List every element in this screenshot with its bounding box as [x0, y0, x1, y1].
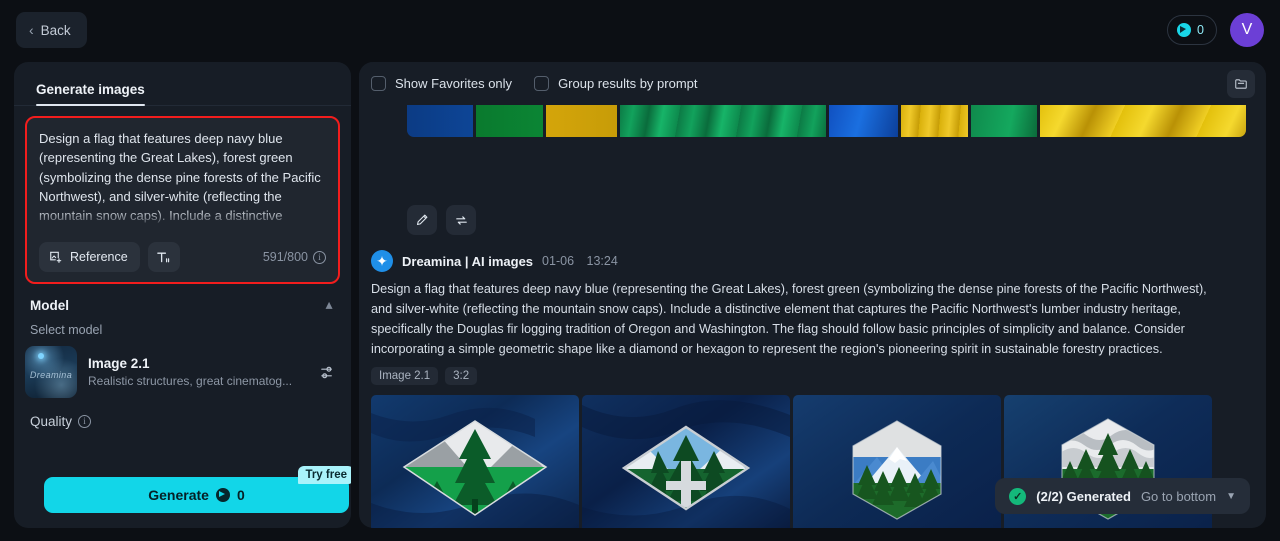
- thumb-strip-segment[interactable]: [476, 103, 543, 137]
- thumb-strip-segment[interactable]: [545, 103, 617, 137]
- generate-panel: Generate images Design a flag that featu…: [14, 62, 351, 528]
- quality-label: Quality: [30, 414, 73, 429]
- regenerate-button[interactable]: [446, 205, 476, 235]
- dreamina-app: ‹ Back 0 V Generate images Design a flag…: [0, 0, 1280, 541]
- reference-button[interactable]: Reference: [39, 242, 140, 272]
- model-settings-button[interactable]: [314, 364, 340, 381]
- try-free-badge: Try free: [298, 466, 351, 484]
- folder-icon: [1235, 78, 1247, 89]
- char-counter: 591/800 i: [263, 250, 326, 264]
- quality-info-icon[interactable]: i: [78, 415, 92, 428]
- model-info: Image 2.1 Realistic structures, great ci…: [88, 356, 303, 388]
- prompt-input[interactable]: Design a flag that features deep navy bl…: [39, 129, 326, 227]
- loop-arrows-icon: [455, 215, 467, 225]
- panel-tabs: Generate images: [14, 62, 351, 106]
- select-model-label: Select model: [30, 323, 103, 337]
- back-button[interactable]: ‹ Back: [16, 12, 87, 48]
- result-tags: Image 2.1 3:2: [371, 367, 1251, 385]
- archive-button[interactable]: [1227, 69, 1255, 98]
- thumb-strip-segment[interactable]: [970, 103, 1037, 137]
- sparkle-icon: ✦: [371, 250, 393, 272]
- filter-favorites-label: Show Favorites only: [395, 76, 513, 91]
- top-bar: ‹ Back 0 V: [0, 0, 1280, 60]
- edit-button[interactable]: [407, 205, 437, 235]
- text-tool-button[interactable]: [147, 242, 180, 272]
- filter-favorites-only[interactable]: Show Favorites only: [371, 76, 512, 91]
- chevron-down-icon[interactable]: ▼: [323, 299, 335, 313]
- model-section-title: Model: [30, 298, 69, 313]
- chevron-left-icon: ‹: [29, 22, 34, 38]
- credits-badge[interactable]: 0: [1167, 15, 1217, 45]
- thumb-strip-segment[interactable]: [1039, 103, 1246, 137]
- result-header: ✦ Dreamina | AI images 01-06 13:24: [371, 250, 1251, 272]
- results-panel: Show Favorites only Group results by pro…: [359, 62, 1266, 528]
- chevron-down-icon[interactable]: ▼: [1226, 491, 1236, 502]
- result-brand: Dreamina | AI images: [402, 253, 534, 269]
- filter-group-by-prompt[interactable]: Group results by prompt: [534, 76, 698, 91]
- tag-model: Image 2.1: [371, 367, 439, 385]
- credit-coin-icon: [1177, 23, 1192, 37]
- generate-credits-value: 0: [236, 487, 245, 503]
- go-to-bottom-button[interactable]: Go to bottom: [1141, 489, 1216, 504]
- generation-status-bar: ✓ (2/2) Generated Go to bottom ▼: [995, 478, 1250, 514]
- back-button-label: Back: [40, 22, 71, 38]
- generation-count-label: (2/2) Generated: [1036, 488, 1131, 504]
- moon-glow-icon: [38, 353, 44, 359]
- result-prompt-text: Design a flag that features deep navy bl…: [371, 282, 1207, 356]
- info-icon[interactable]: i: [313, 250, 326, 264]
- filter-group-label: Group results by prompt: [558, 76, 698, 91]
- flag-diamond-forest: [582, 395, 790, 528]
- pencil-icon: [416, 214, 428, 226]
- generate-coin-icon: [215, 488, 230, 502]
- previous-result-thumbnails[interactable]: [407, 103, 1246, 137]
- reference-button-label: Reference: [70, 250, 128, 264]
- char-counter-value: 591/800: [262, 250, 308, 264]
- sliders-icon: [320, 366, 332, 378]
- results-scroll-area[interactable]: ✦ Dreamina | AI images 01-06 13:24 Desig…: [359, 103, 1266, 528]
- quality-section: Quality i: [14, 398, 351, 429]
- tab-generate-images[interactable]: Generate images: [36, 82, 145, 106]
- result-date: 01-06: [542, 254, 575, 268]
- thumb-strip-segment[interactable]: [901, 103, 968, 137]
- model-thumbnail: Dreamina: [25, 346, 77, 398]
- prompt-toolbar: Reference 591/800 i: [39, 242, 326, 272]
- top-bar-right: 0 V: [1167, 13, 1264, 47]
- generated-image-2[interactable]: [582, 395, 790, 528]
- generate-button-label: Generate: [148, 487, 209, 503]
- check-circle-icon: ✓: [1009, 487, 1027, 505]
- flag-diamond-mountain: [371, 395, 579, 528]
- model-thumbnail-watermark: Dreamina: [29, 370, 73, 380]
- results-filter-bar: Show Favorites only Group results by pro…: [359, 62, 1266, 105]
- checkbox-group-by-prompt[interactable]: [534, 76, 550, 91]
- thumb-strip-segment[interactable]: [619, 103, 826, 137]
- tag-aspect-ratio: 3:2: [445, 367, 478, 385]
- text-format-icon: [157, 252, 170, 262]
- image-add-icon: [50, 251, 62, 263]
- prompt-box[interactable]: Design a flag that features deep navy bl…: [25, 116, 340, 284]
- generated-image-3[interactable]: [793, 395, 1001, 528]
- generated-image-1[interactable]: [371, 395, 579, 528]
- avatar[interactable]: V: [1230, 13, 1264, 47]
- credits-value: 0: [1197, 23, 1204, 37]
- generate-button-wrap: Generate 0 Try free: [44, 466, 351, 513]
- tab-generate-images-label: Generate images: [36, 82, 145, 97]
- model-section-header: Model ▼: [14, 284, 351, 313]
- result-time: 13:24: [586, 254, 618, 268]
- model-name: Image 2.1: [88, 356, 150, 371]
- model-description: Realistic structures, great cinematog...: [88, 374, 293, 388]
- avatar-initial: V: [1241, 21, 1253, 38]
- thumb-strip-segment[interactable]: [407, 103, 474, 137]
- flag-hexagon-mountain: [793, 395, 1001, 528]
- thumb-strip-segment[interactable]: [828, 103, 899, 137]
- checkbox-favorites[interactable]: [371, 76, 386, 91]
- previous-result-actions: [407, 205, 476, 235]
- result-timestamp: 01-06 13:24: [542, 254, 618, 268]
- model-selector[interactable]: Dreamina Image 2.1 Realistic structures,…: [25, 346, 340, 398]
